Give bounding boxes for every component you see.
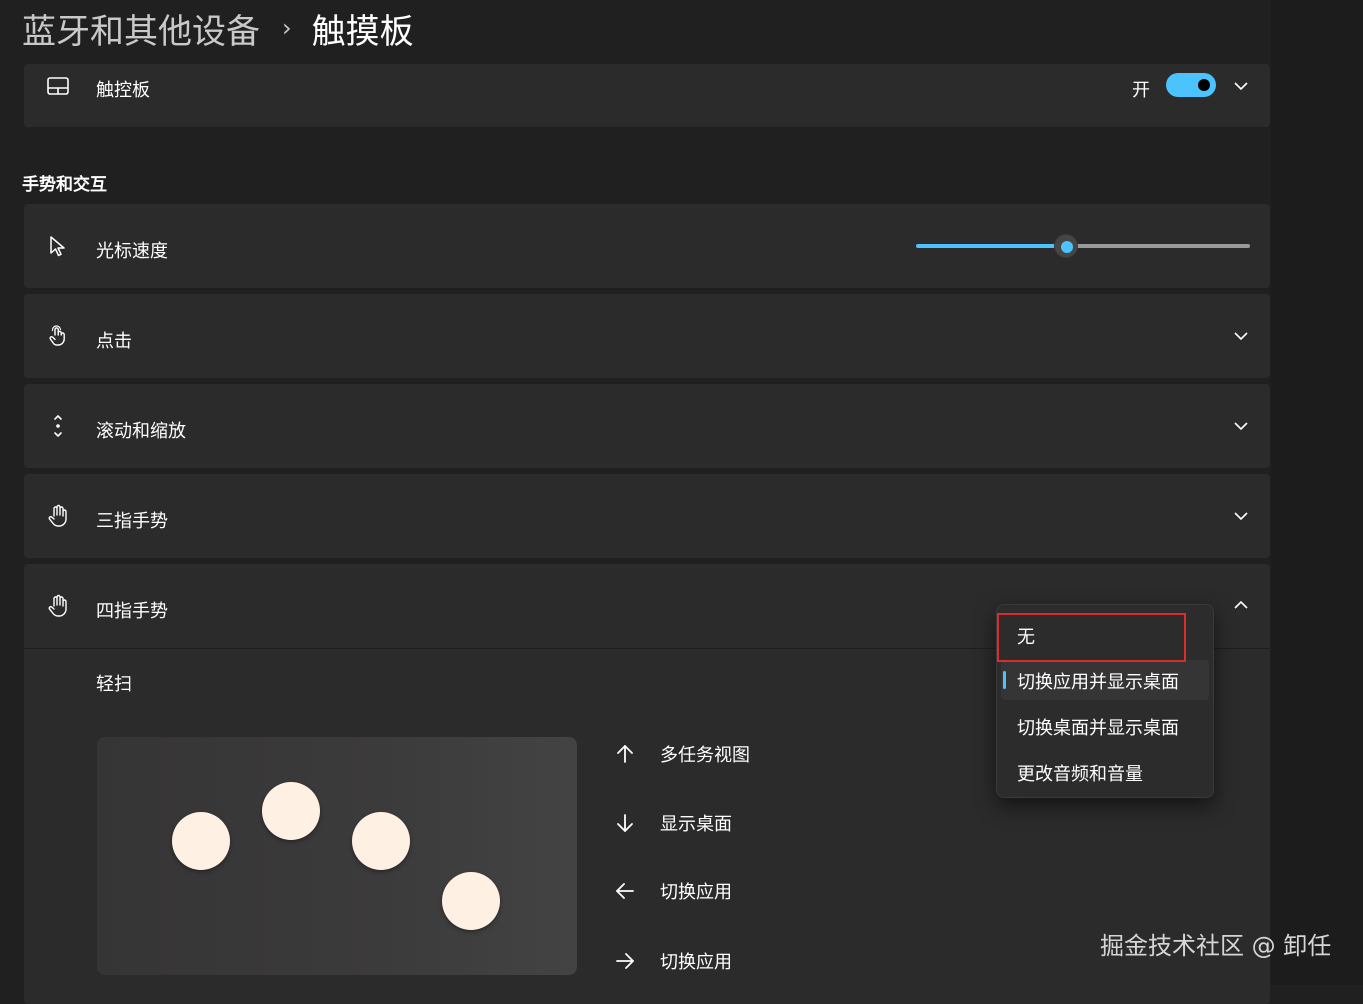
toggle-knob (1198, 79, 1210, 91)
hand-icon (48, 594, 67, 617)
arrow-up-icon (617, 745, 633, 763)
dropdown-option-none[interactable]: 无 (1001, 615, 1209, 655)
chevron-down-icon[interactable] (1231, 326, 1251, 346)
gesture-row-up: 多任务视图 (614, 739, 750, 769)
gesture-down-label[interactable]: 显示桌面 (660, 810, 732, 836)
hand-icon (48, 504, 67, 527)
gesture-right-label[interactable]: 切换应用 (660, 948, 732, 974)
gesture-row-left: 切换应用 (614, 876, 732, 906)
cursor-speed-slider-thumb[interactable] (1054, 234, 1079, 258)
cursor-icon (50, 236, 65, 257)
window-edge (1271, 0, 1363, 985)
dropdown-option-switch-desktops[interactable]: 切换桌面并显示桌面 (1001, 706, 1209, 746)
gesture-left-label[interactable]: 切换应用 (660, 878, 732, 904)
cursor-speed-label: 光标速度 (96, 241, 168, 262)
gesture-dropdown-menu: 无 切换应用并显示桌面 切换桌面并显示桌面 更改音频和音量 (996, 604, 1214, 798)
arrow-left-icon (616, 883, 634, 899)
finger-dot (442, 872, 500, 930)
tap-card[interactable]: 点击 (24, 294, 1270, 378)
dropdown-option-label: 切换桌面并显示桌面 (1017, 718, 1179, 739)
touchpad-label: 触控板 (96, 80, 150, 101)
breadcrumb: 蓝牙和其他设备 › 触摸板 (22, 4, 414, 52)
dropdown-option-label: 切换应用并显示桌面 (1017, 672, 1179, 693)
chevron-down-icon[interactable] (1231, 506, 1251, 526)
touchpad-icon (47, 77, 69, 95)
chevron-down-icon[interactable] (1231, 76, 1251, 96)
touchpad-toggle[interactable] (1166, 73, 1216, 97)
watermark: 掘金技术社区 @ 卸任 (1100, 932, 1332, 960)
scroll-icon (54, 414, 62, 438)
breadcrumb-parent[interactable]: 蓝牙和其他设备 (22, 4, 260, 53)
section-title: 手势和交互 (22, 175, 107, 195)
cursor-speed-card: 光标速度 (24, 204, 1270, 288)
three-finger-label: 三指手势 (96, 511, 168, 532)
selected-indicator (1003, 671, 1006, 689)
slider-thumb-dot (1061, 241, 1074, 253)
finger-dot (352, 812, 410, 870)
arrow-right-icon (616, 953, 634, 969)
arrow-down-icon (617, 814, 633, 832)
touchpad-card[interactable]: 触控板 开 (24, 64, 1270, 127)
finger-dot (172, 812, 230, 870)
slider-fill (916, 244, 1067, 248)
scroll-zoom-card[interactable]: 滚动和缩放 (24, 384, 1270, 468)
finger-dot (262, 782, 320, 840)
tap-label: 点击 (96, 331, 132, 352)
scroll-zoom-label: 滚动和缩放 (96, 421, 186, 442)
tap-icon (49, 325, 65, 346)
three-finger-card[interactable]: 三指手势 (24, 474, 1270, 558)
gesture-row-right: 切换应用 (614, 946, 732, 976)
page-title: 触摸板 (311, 11, 414, 52)
gesture-row-down: 显示桌面 (614, 808, 732, 838)
slider-track[interactable] (1066, 244, 1250, 248)
chevron-down-icon[interactable] (1231, 416, 1251, 436)
dropdown-option-label: 更改音频和音量 (1017, 764, 1143, 785)
dropdown-option-audio-volume[interactable]: 更改音频和音量 (1001, 752, 1209, 792)
gesture-illustration (97, 737, 577, 975)
swipe-label: 轻扫 (96, 674, 132, 695)
dropdown-option-label: 无 (1017, 627, 1035, 648)
dropdown-option-switch-apps-desktop[interactable]: 切换应用并显示桌面 (1001, 660, 1209, 700)
breadcrumb-separator: › (282, 14, 292, 42)
chevron-up-icon[interactable] (1231, 595, 1251, 615)
four-finger-label: 四指手势 (96, 601, 168, 622)
toggle-state-label: 开 (1132, 80, 1150, 101)
gesture-up-label[interactable]: 多任务视图 (660, 741, 750, 767)
